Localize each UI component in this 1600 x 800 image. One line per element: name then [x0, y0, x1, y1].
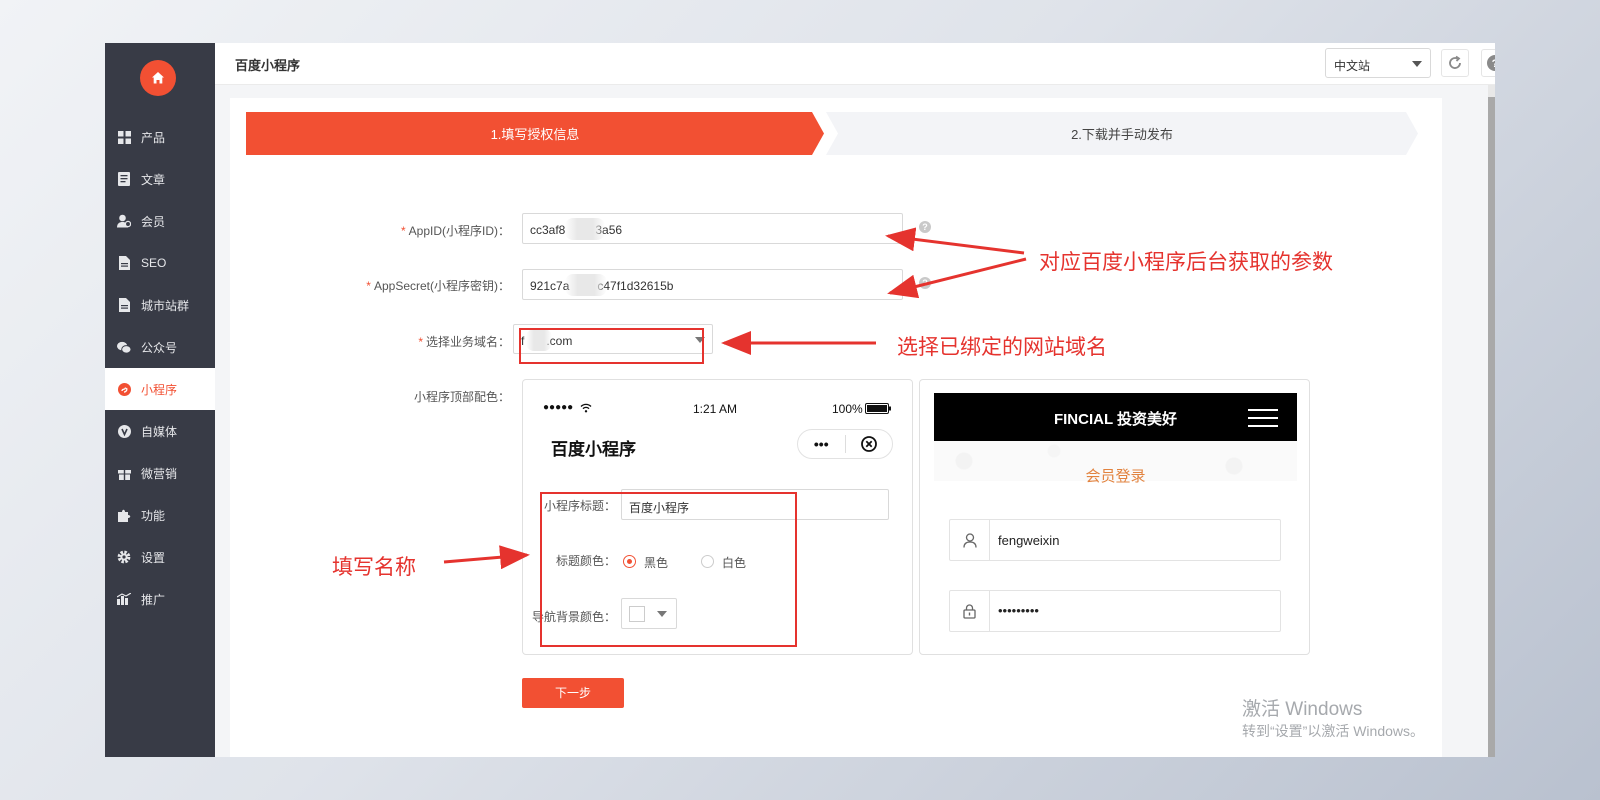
windows-activation-hint: 转到“设置”以激活 Windows。 [1242, 723, 1425, 739]
annotation-domain: 选择已绑定的网站域名 [897, 335, 1107, 359]
windows-activation-title: 激活 Windows [1242, 699, 1363, 720]
annotation-arrows [443, 227, 1027, 570]
annotation-name: 填写名称 [332, 555, 416, 579]
annotation-params: 对应百度小程序后台获取的参数 [1039, 250, 1333, 274]
